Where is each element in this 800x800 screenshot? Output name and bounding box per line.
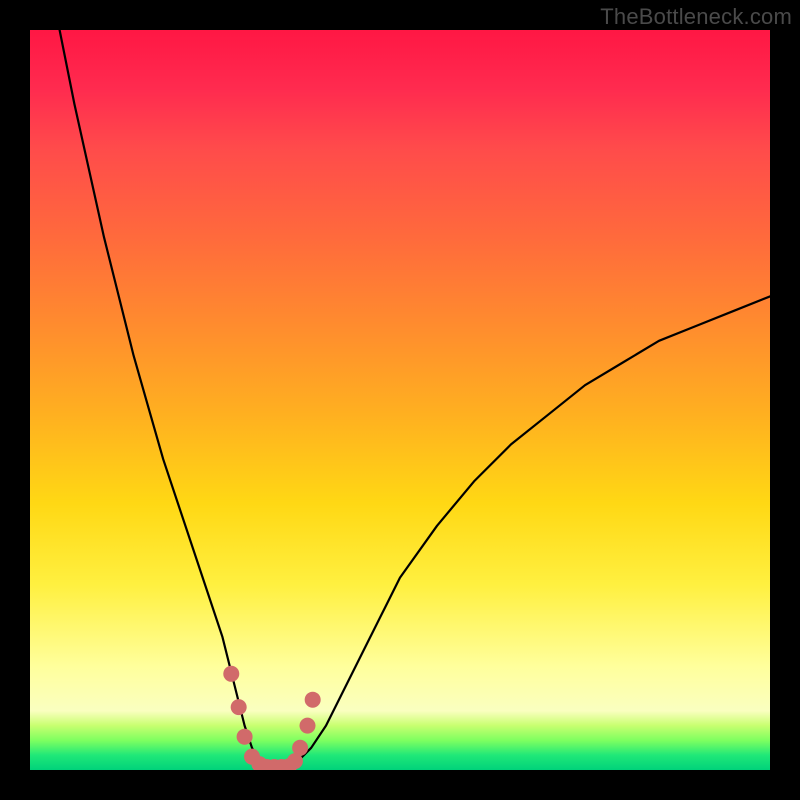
highlight-marker <box>300 718 316 734</box>
highlight-marker <box>223 666 239 682</box>
plot-area <box>30 30 770 770</box>
highlight-marker <box>231 699 247 715</box>
chart-svg <box>30 30 770 770</box>
highlight-marker <box>305 692 321 708</box>
bottleneck-curve-group <box>60 30 770 770</box>
bottleneck-curve <box>60 30 770 770</box>
highlight-marker <box>292 740 308 756</box>
outer-frame: TheBottleneck.com <box>0 0 800 800</box>
highlight-marker <box>237 729 253 745</box>
watermark-text: TheBottleneck.com <box>600 4 792 30</box>
